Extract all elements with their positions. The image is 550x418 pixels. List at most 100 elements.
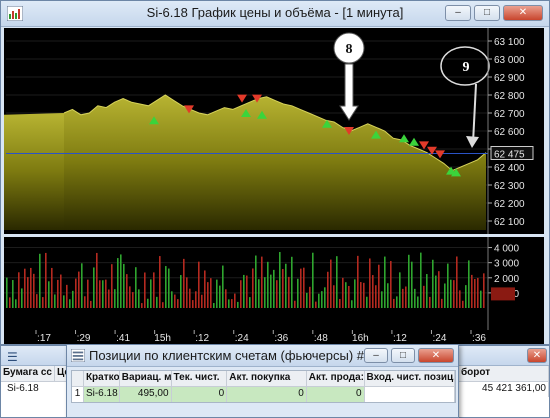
chart-window-titlebar[interactable]: Si-6.18 График цены и объёма - [1 минута… — [1, 1, 549, 27]
short-name-cell[interactable]: Si-6.18 — [84, 387, 120, 402]
volume-bar — [306, 292, 308, 308]
volume-bar — [93, 267, 95, 308]
volume-bar — [423, 285, 425, 308]
turnover-cell[interactable]: 45 421 361,00 — [459, 382, 549, 397]
col-header-index[interactable] — [72, 371, 84, 386]
volume-bar — [279, 252, 281, 308]
volume-bar — [207, 282, 209, 308]
volume-bar — [21, 288, 23, 308]
volume-bar — [105, 279, 107, 308]
maximize-button[interactable]: □ — [474, 5, 500, 21]
volume-bar — [393, 298, 395, 308]
volume-bar — [456, 256, 458, 308]
volume-tick-label: 4 000 — [494, 244, 519, 255]
volume-bar — [120, 254, 122, 308]
chart-window: Si-6.18 График цены и объёма - [1 минута… — [0, 0, 550, 345]
volume-bar — [465, 285, 467, 308]
current-net-cell[interactable]: 0 — [172, 387, 228, 402]
volume-bar — [69, 299, 71, 308]
col-header-current-net[interactable]: Тек. чист. — [172, 371, 228, 386]
close-button[interactable]: ✕ — [503, 5, 543, 21]
turnover-close-button[interactable]: ✕ — [527, 348, 547, 363]
table-row[interactable]: Si-6.18 — [1, 382, 69, 397]
time-tick-label: 15h — [154, 333, 171, 344]
volume-bar — [348, 285, 350, 308]
volume-bar — [90, 300, 92, 308]
time-tick-label: :48 — [314, 333, 328, 344]
volume-bar — [228, 299, 230, 308]
volume-bar — [399, 272, 401, 308]
volume-bar — [291, 256, 293, 308]
volume-tick-label: 3 000 — [494, 259, 519, 270]
volume-bar — [114, 289, 116, 308]
volume-bar — [318, 293, 320, 308]
volume-bar — [18, 272, 20, 308]
incoming-net-cell[interactable] — [364, 387, 456, 402]
volume-bar — [474, 278, 476, 308]
volume-bar — [375, 285, 377, 308]
volume-bar — [144, 272, 146, 308]
volume-bar — [210, 278, 212, 308]
positions-table-header: Кратко Вариац. ма Тек. чист. Акт. покупк… — [72, 371, 456, 387]
price-tick-label: 62 700 — [494, 109, 525, 120]
table-row[interactable]: 45 421 361,00 — [459, 382, 549, 397]
securities-table-titlebar[interactable]: ☰ — [1, 346, 69, 366]
volume-bar — [267, 261, 269, 308]
volume-bar — [426, 274, 428, 308]
volume-bar — [222, 265, 224, 308]
col-header-active-buy[interactable]: Акт. покупка — [227, 371, 307, 386]
volume-bar — [249, 297, 251, 308]
volume-bar — [9, 297, 11, 308]
volume-bar — [297, 278, 299, 308]
volume-bar — [453, 280, 455, 308]
volume-bar — [99, 280, 101, 308]
col-header-active-sell[interactable]: Акт. прода: — [307, 371, 365, 386]
volume-bar — [240, 280, 242, 308]
volume-bar — [261, 256, 263, 308]
positions-window-titlebar[interactable]: Позиции по клиентским счетам (фьючерсы) … — [67, 345, 458, 367]
annotation-8-label: 8 — [346, 42, 353, 57]
volume-bar — [57, 279, 59, 308]
volume-bar — [405, 286, 407, 308]
volume-bar — [75, 278, 77, 308]
annotation-9-label: 9 — [463, 60, 470, 75]
time-tick-label: :36 — [274, 333, 288, 344]
current-price-label: 62 475 — [494, 150, 525, 161]
volume-bar — [255, 255, 257, 308]
volume-bar — [225, 289, 227, 308]
chart-plot-area[interactable]: 8 9 63 100 63 000 62 900 62 800 62 700 62 600 62… — [4, 28, 544, 330]
positions-minimize-button[interactable]: ‒ — [364, 348, 388, 363]
volume-bar — [357, 255, 359, 308]
price-tick-label: 62 400 — [494, 163, 525, 174]
volume-bar — [282, 268, 284, 308]
volume-bar — [342, 277, 344, 308]
positions-window: Позиции по клиентским счетам (фьючерсы) … — [66, 344, 459, 418]
positions-maximize-button[interactable]: □ — [391, 348, 415, 363]
col-header-turnover[interactable]: борот — [459, 366, 549, 381]
table-row[interactable]: 1 Si-6.18 495,00 0 0 0 — [72, 387, 456, 402]
col-header-variation-margin[interactable]: Вариац. ма — [120, 371, 172, 386]
col-header-incoming-net[interactable]: Вход. чист. позиц. — [365, 371, 456, 386]
variation-margin-cell[interactable]: 495,00 — [120, 387, 172, 402]
minimize-button[interactable]: ‒ — [445, 5, 471, 21]
volume-bar — [324, 287, 326, 308]
volume-bar — [477, 277, 479, 308]
volume-bar — [111, 264, 113, 308]
volume-bar — [294, 300, 296, 308]
volume-bar — [183, 258, 185, 308]
turnover-table-titlebar[interactable]: ✕ — [459, 346, 549, 366]
positions-close-button[interactable]: ✕ — [418, 348, 454, 363]
active-sell-cell[interactable]: 0 — [307, 387, 365, 402]
volume-bar — [72, 290, 74, 308]
volume-bar — [339, 298, 341, 308]
active-buy-cell[interactable]: 0 — [227, 387, 307, 402]
volume-bar — [309, 286, 311, 308]
volume-bar — [156, 296, 158, 308]
security-cell[interactable]: Si-6.18 — [1, 382, 69, 397]
volume-bar — [336, 256, 338, 308]
volume-bar — [231, 299, 233, 308]
volume-bar — [414, 288, 416, 308]
col-header-security[interactable]: Бумага сс — [1, 366, 55, 381]
volume-bar — [420, 252, 422, 308]
col-header-short-name[interactable]: Кратко — [84, 371, 120, 386]
